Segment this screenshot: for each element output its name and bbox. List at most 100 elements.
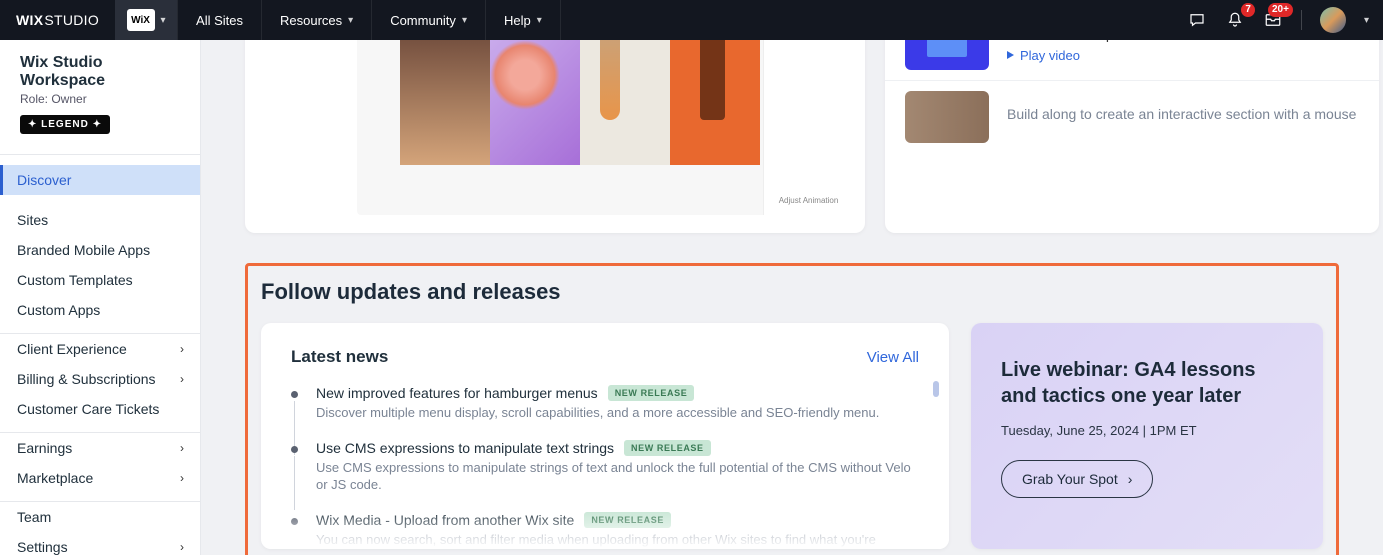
view-all-link[interactable]: View All (867, 349, 919, 366)
news-item[interactable]: New improved features for hamburger menu… (291, 385, 919, 422)
preview-image (580, 40, 670, 165)
menu-label: Help (504, 13, 531, 28)
editor-canvas: TextFadeRepeat Adjust Animation (357, 40, 853, 215)
fade-overlay (261, 509, 949, 549)
news-item-title: Use CMS expressions to manipulate text s… (316, 440, 614, 456)
scrollbar-thumb[interactable] (933, 381, 939, 397)
sidebar-header: Wix Studio Workspace Role: Owner ✦ LEGEN… (0, 40, 200, 144)
sidebar-item-branded[interactable]: Branded Mobile Apps (0, 235, 200, 265)
updates-section: Follow updates and releases Latest news … (245, 263, 1339, 555)
sidebar-item-apps[interactable]: Custom Apps (0, 295, 200, 325)
sidebar-item-templates[interactable]: Custom Templates (0, 265, 200, 295)
video-item[interactable]: How to use Responsive AI Play video (885, 40, 1379, 81)
menu-label: Community (390, 13, 456, 28)
app-switcher[interactable]: WiX ▾ (115, 0, 177, 40)
menu-label: Resources (280, 13, 342, 28)
avatar[interactable] (1320, 7, 1346, 33)
inbox-icon[interactable]: 20+ (1263, 10, 1283, 30)
sidebar-item-label: Client Experience (17, 341, 127, 357)
sidebar-item-settings[interactable]: Settings› (0, 532, 200, 555)
sidebar-item-label: Earnings (17, 440, 72, 456)
sidebar-item-label: Discover (17, 172, 71, 188)
news-tag: NEW RELEASE (624, 440, 711, 456)
video-title: How to use Responsive AI (1007, 40, 1359, 42)
topbar: WIX STUDIO WiX ▾ All Sites Resources ▾ Co… (0, 0, 1383, 40)
preview-image (670, 40, 760, 165)
news-item-title: New improved features for hamburger menu… (316, 385, 598, 401)
bell-badge: 7 (1241, 3, 1255, 17)
legend-badge: ✦ LEGEND ✦ (20, 115, 110, 134)
menu-resources[interactable]: Resources ▾ (262, 0, 372, 40)
app-icon: WiX (127, 9, 155, 31)
sidebar-item-billing[interactable]: Billing & Subscriptions › (0, 364, 200, 394)
sidebar-item-label: Custom Templates (17, 272, 133, 288)
play-video-link[interactable]: Play video (1007, 48, 1359, 63)
button-label: Grab Your Spot (1022, 471, 1118, 487)
latest-news-card: Latest news View All New improved featur… (261, 323, 949, 549)
news-tag: NEW RELEASE (608, 385, 695, 401)
main-content: TextFadeRepeat Adjust Animation Play vid… (201, 40, 1383, 555)
news-item-desc: Use CMS expressions to manipulate string… (316, 459, 919, 494)
sidebar-item-label: Customer Care Tickets (17, 401, 159, 417)
canvas-side-panel: TextFadeRepeat Adjust Animation (763, 40, 853, 215)
wix-studio-logo[interactable]: WIX STUDIO (0, 0, 115, 40)
video-title: Build along to create an interactive sec… (1007, 106, 1359, 122)
bell-icon[interactable]: 7 (1225, 10, 1245, 30)
video-thumbnail (905, 40, 989, 70)
sidebar-item-label: Settings (17, 539, 68, 555)
chat-icon[interactable] (1187, 10, 1207, 30)
news-item[interactable]: Use CMS expressions to manipulate text s… (291, 440, 919, 494)
preview-image (400, 40, 490, 165)
menu-all-sites[interactable]: All Sites (177, 0, 262, 40)
logo-studio: STUDIO (44, 12, 99, 28)
webinar-subtitle: Tuesday, June 25, 2024 | 1PM ET (1001, 423, 1293, 438)
topbar-menu: All Sites Resources ▾ Community▾ Help ▾ (177, 0, 561, 40)
updates-heading: Follow updates and releases (261, 266, 1323, 305)
video-list-card: Play video How to use Responsive AI Play… (885, 40, 1379, 233)
grab-spot-button[interactable]: Grab Your Spot › (1001, 460, 1153, 498)
sidebar-item-tickets[interactable]: Customer Care Tickets (0, 394, 200, 424)
news-title: Latest news (291, 347, 388, 367)
timeline-dot (291, 391, 298, 398)
play-icon (1007, 51, 1014, 59)
sidebar: Wix Studio Workspace Role: Owner ✦ LEGEN… (0, 40, 201, 555)
role-label: Role: Owner (20, 92, 184, 106)
news-item-desc: Discover multiple menu display, scroll c… (316, 404, 919, 422)
chevron-right-icon: › (180, 471, 184, 485)
webinar-title: Live webinar: GA4 lessons and tactics on… (1001, 357, 1293, 409)
timeline-line (294, 456, 295, 510)
video-item[interactable]: Build along to create an interactive sec… (885, 81, 1379, 153)
chevron-down-icon: ▾ (348, 15, 353, 26)
menu-label: All Sites (196, 13, 243, 28)
panel-label: Adjust Animation (779, 196, 839, 205)
play-label: Play video (1020, 48, 1080, 63)
sidebar-item-label: Custom Apps (17, 302, 100, 318)
chevron-down-icon: ▾ (161, 15, 166, 26)
topbar-actions: 7 20+ ▾ (1187, 7, 1369, 33)
sidebar-item-team[interactable]: Team (0, 502, 200, 532)
menu-community[interactable]: Community▾ (372, 0, 486, 40)
sidebar-item-label: Billing & Subscriptions (17, 371, 156, 387)
workspace-title: Wix Studio Workspace (20, 54, 184, 90)
sidebar-item-client[interactable]: Client Experience › (0, 334, 200, 364)
sidebar-item-label: Sites (17, 212, 48, 228)
video-thumbnail (905, 91, 989, 143)
logo-wix: WIX (16, 12, 43, 28)
sidebar-item-marketplace[interactable]: Marketplace› (0, 463, 200, 493)
chevron-right-icon: › (1128, 471, 1133, 487)
sidebar-item-discover[interactable]: Discover (0, 165, 200, 195)
chevron-down-icon: ▾ (537, 15, 542, 26)
sidebar-item-label: Branded Mobile Apps (17, 242, 150, 258)
chevron-right-icon: › (180, 441, 184, 455)
sidebar-item-label: Team (17, 509, 51, 525)
chevron-down-icon[interactable]: ▾ (1364, 15, 1369, 26)
chevron-right-icon: › (180, 372, 184, 386)
inbox-badge: 20+ (1268, 3, 1293, 17)
webinar-card: Live webinar: GA4 lessons and tactics on… (971, 323, 1323, 549)
sidebar-item-sites[interactable]: Sites (0, 205, 200, 235)
sidebar-item-earnings[interactable]: Earnings › (0, 433, 200, 463)
menu-help[interactable]: Help ▾ (486, 0, 561, 40)
timeline-dot (291, 446, 298, 453)
canvas-images (400, 40, 760, 165)
chevron-right-icon: › (180, 342, 184, 356)
